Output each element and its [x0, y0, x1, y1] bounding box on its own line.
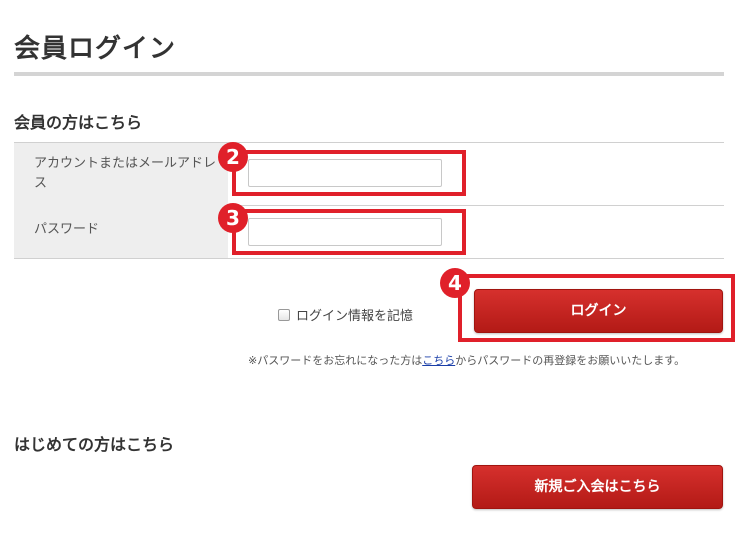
remember-label: ログイン情報を記憶: [296, 309, 414, 324]
password-label: パスワード: [14, 205, 228, 258]
register-button[interactable]: 新規ご入会はこちら: [472, 465, 723, 509]
account-highlight-box: [232, 150, 466, 196]
new-member-section-heading: はじめての方はこちら: [14, 435, 175, 454]
remember-login[interactable]: ログイン情報を記憶: [278, 305, 413, 324]
remember-checkbox[interactable]: [278, 308, 290, 321]
password-reset-link[interactable]: こちら: [422, 354, 455, 367]
step-badge-3: 3: [218, 203, 248, 233]
title-divider: [14, 72, 724, 76]
note-text-after: からパスワードの再登録をお願いいたします。: [455, 354, 686, 367]
member-section-heading: 会員の方はこちら: [14, 113, 143, 132]
password-reset-note: ※パスワードをお忘れになった方はこちらからパスワードの再登録をお願いいたします。: [248, 352, 685, 368]
password-highlight-box: [232, 209, 466, 255]
login-button[interactable]: ログイン: [474, 289, 723, 333]
step-badge-2: 2: [218, 142, 248, 172]
note-text-before: ※パスワードをお忘れになった方は: [248, 354, 423, 367]
step-badge-4: 4: [440, 268, 470, 298]
account-label: アカウントまたはメールアドレス: [14, 143, 228, 205]
page-title: 会員ログイン: [14, 34, 177, 64]
